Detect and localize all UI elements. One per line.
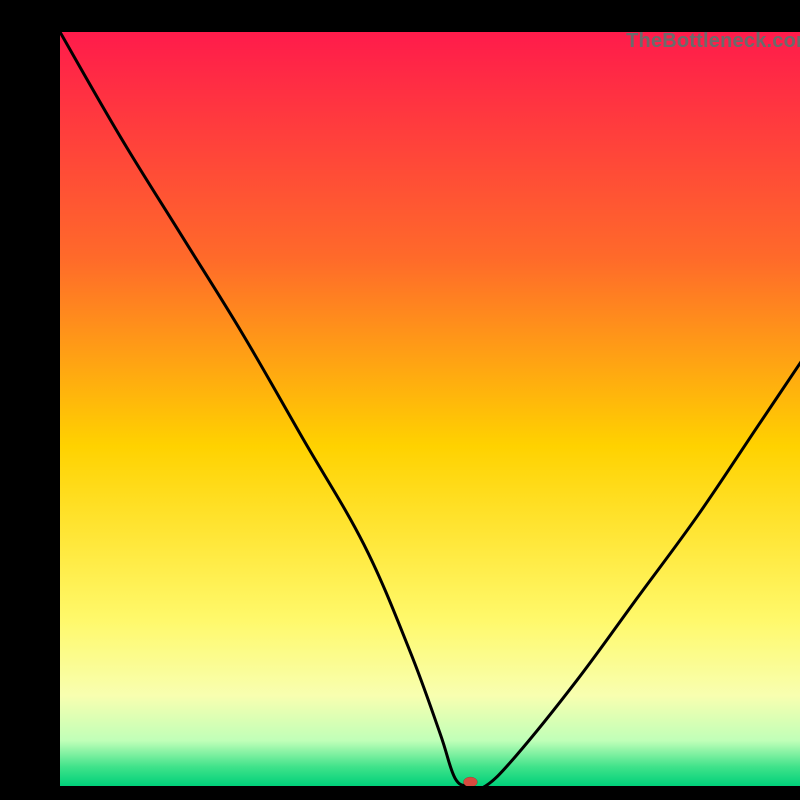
chart-background (60, 32, 800, 786)
watermark-text: TheBottleneck.com (626, 30, 800, 53)
chart-frame: TheBottleneck.com (0, 0, 800, 800)
chart-plot-area: TheBottleneck.com (60, 32, 800, 786)
optimal-point-marker (463, 777, 477, 786)
chart-svg (60, 32, 800, 786)
